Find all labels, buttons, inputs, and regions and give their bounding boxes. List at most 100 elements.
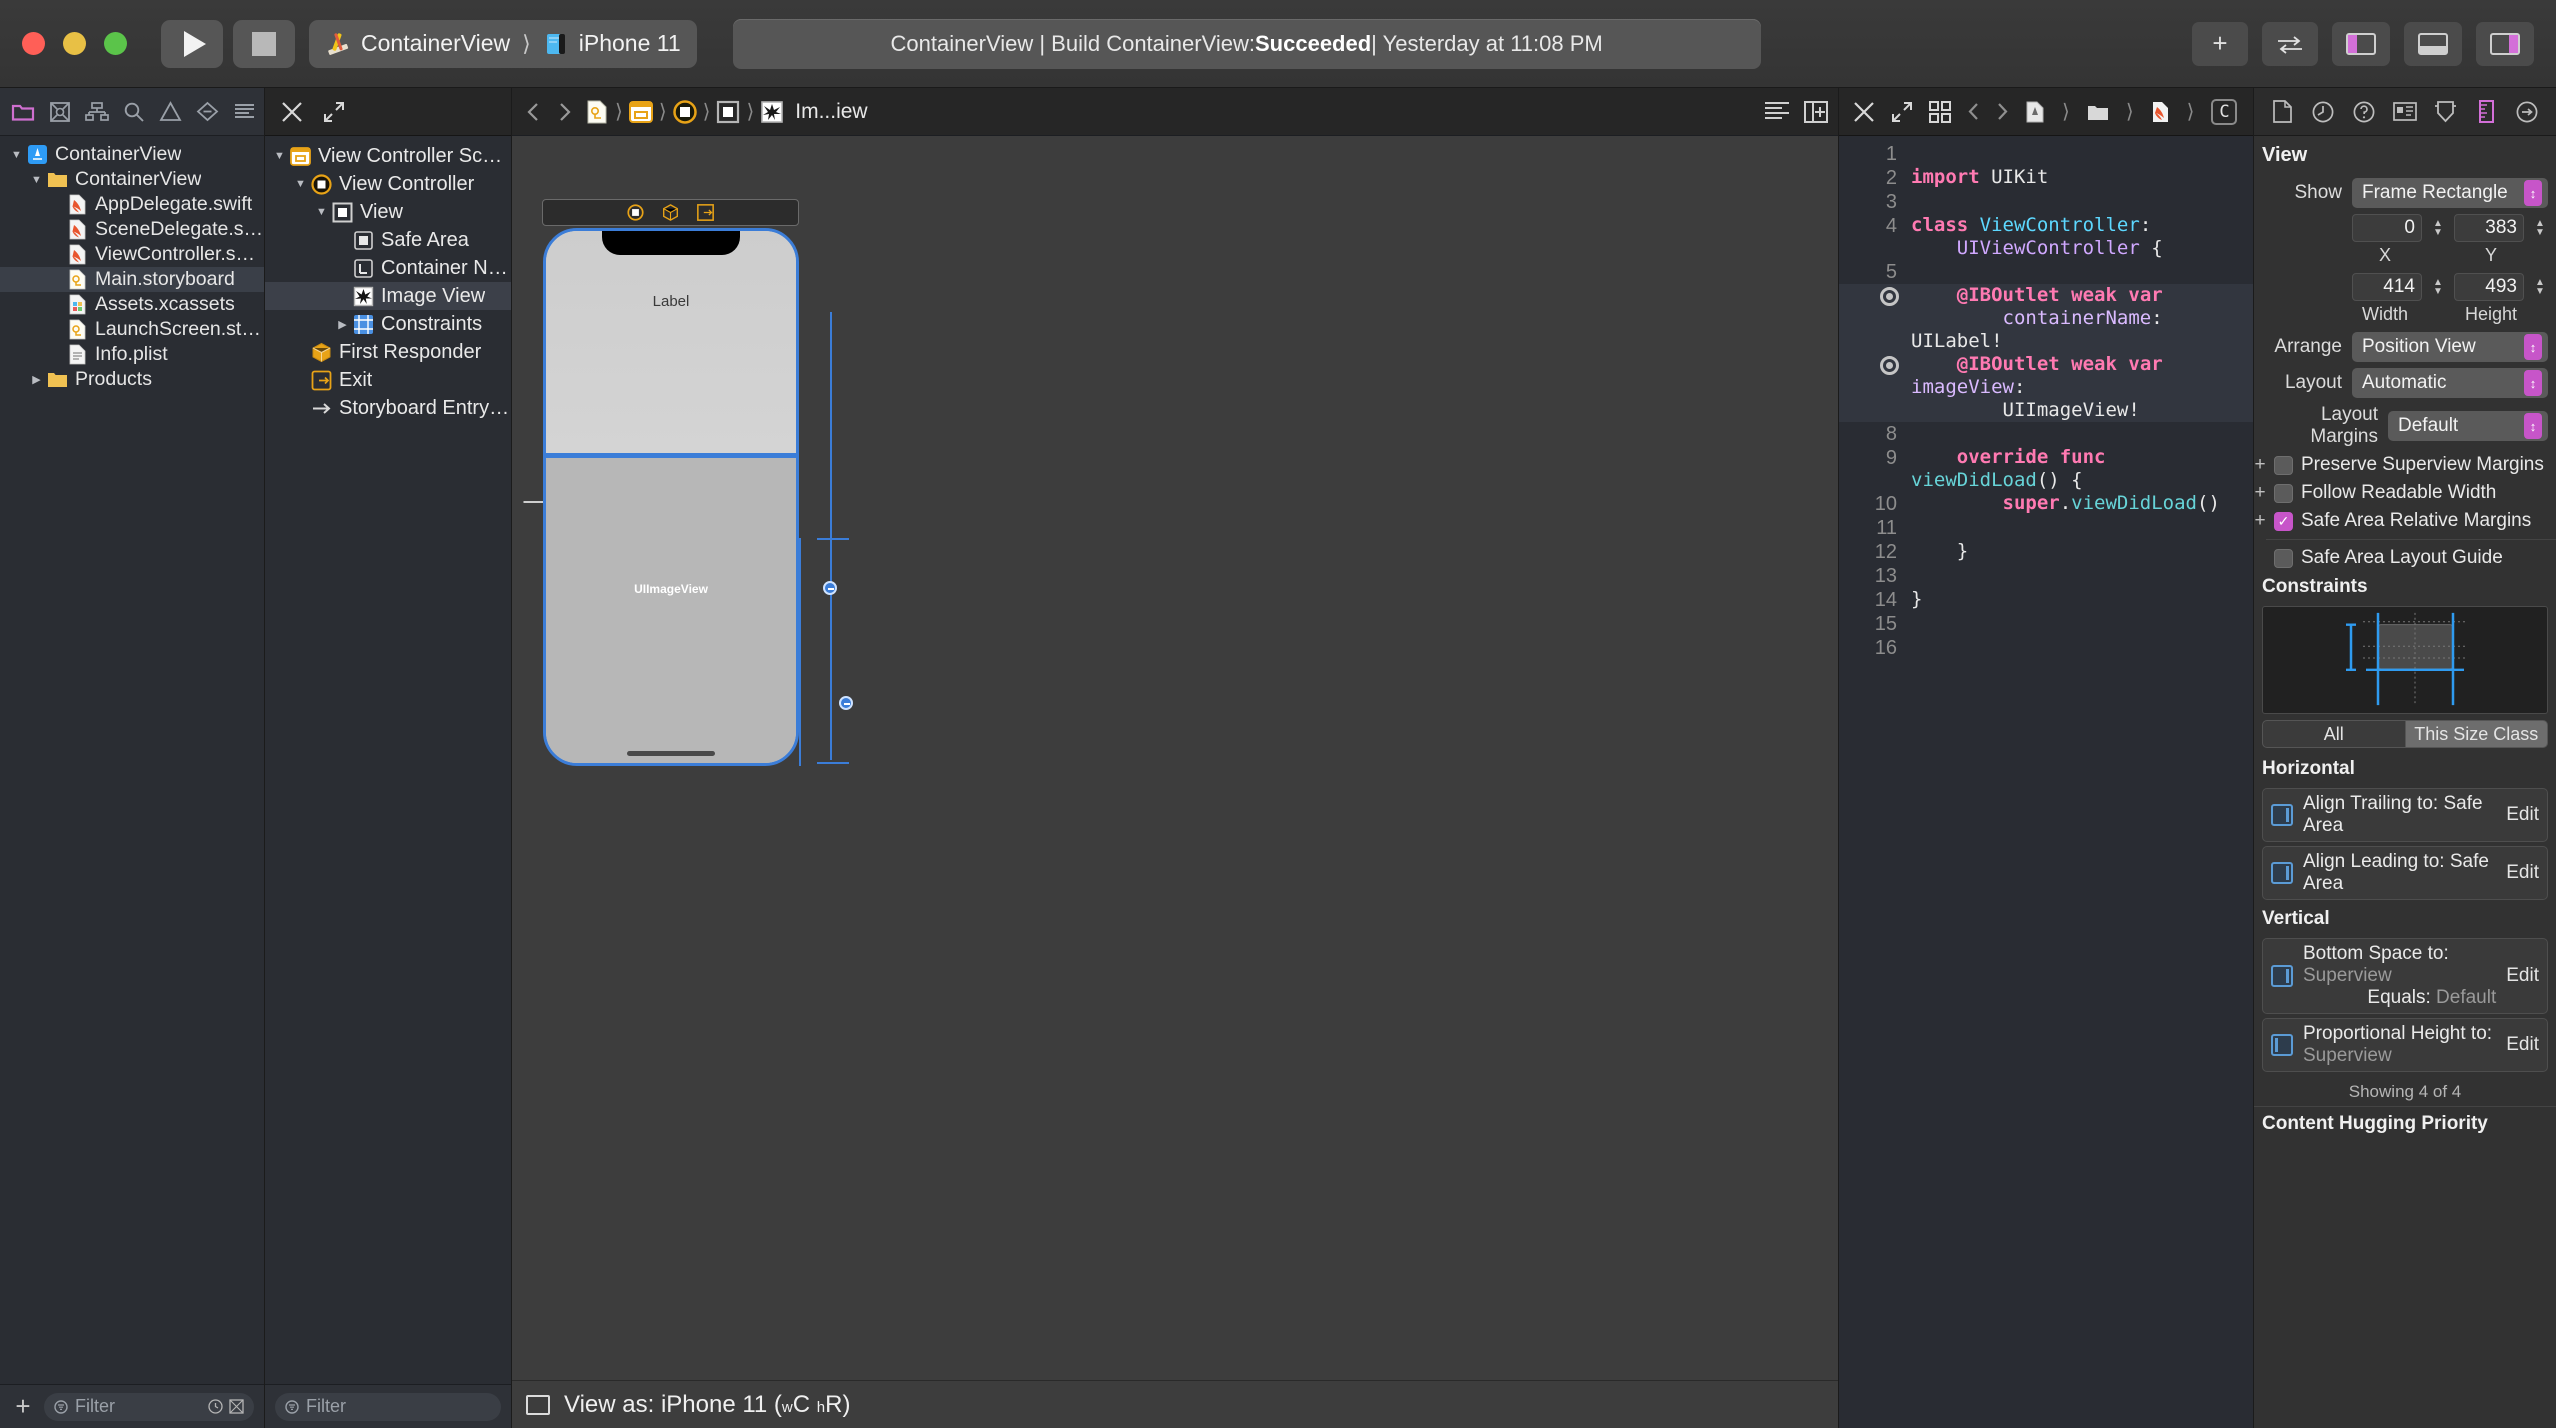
code-line[interactable]: 1 bbox=[1839, 142, 2253, 166]
code-line[interactable]: 5 bbox=[1839, 260, 2253, 284]
constraint-edit-button[interactable]: Edit bbox=[2506, 1034, 2539, 1056]
add-variation-button[interactable]: + bbox=[2254, 510, 2266, 532]
checkbox[interactable] bbox=[2274, 548, 2293, 568]
attributes-inspector-icon[interactable] bbox=[2431, 97, 2461, 127]
toggle-inspector-button[interactable] bbox=[2476, 21, 2534, 66]
height-stepper[interactable]: ▲ ▼ bbox=[2532, 273, 2548, 301]
view-controller-icon[interactable] bbox=[670, 97, 700, 127]
related-items-icon[interactable] bbox=[1929, 100, 1951, 123]
outline-tree[interactable]: ▼ View Controller Scene ▼ View Controller ▼ V… bbox=[265, 136, 511, 1384]
close-icon[interactable] bbox=[1853, 101, 1875, 123]
checkbox[interactable] bbox=[2274, 455, 2293, 475]
exit-dock-icon[interactable] bbox=[697, 204, 714, 221]
outline-filter-field[interactable]: Filter bbox=[275, 1392, 501, 1421]
file-tree-row[interactable]: ViewController.swift bbox=[0, 242, 264, 267]
file-inspector-icon[interactable] bbox=[2267, 97, 2297, 127]
view-controller-dock-icon[interactable] bbox=[627, 204, 644, 221]
height-field[interactable]: 493 bbox=[2454, 273, 2524, 301]
file-tree-row[interactable]: ▶ Products bbox=[0, 367, 264, 392]
expand-icon[interactable] bbox=[323, 101, 345, 123]
constraint-row[interactable]: Bottom Space to: Superview Equals: Defaul… bbox=[2262, 938, 2548, 1014]
constraint-row[interactable]: Align Trailing to: Safe Area Edit bbox=[2262, 788, 2548, 842]
outline-row[interactable]: ▼ View bbox=[265, 198, 511, 226]
outline-row[interactable]: Image View bbox=[265, 282, 511, 310]
disclosure-triangle-closed[interactable]: ▶ bbox=[334, 318, 351, 331]
iphone-canvas-preview[interactable]: Label UIImageView bbox=[543, 228, 799, 766]
outline-row[interactable]: ▼ View Controller bbox=[265, 170, 511, 198]
navigator-filter-field[interactable]: Filter bbox=[44, 1392, 254, 1421]
checkbox[interactable] bbox=[2274, 483, 2293, 503]
outline-row[interactable]: First Responder bbox=[265, 338, 511, 366]
forward-arrow-icon[interactable] bbox=[1996, 102, 2009, 121]
layout-margins-popup-button[interactable]: Default ↕ bbox=[2388, 411, 2548, 441]
constraint-handle-outer[interactable] bbox=[823, 581, 837, 595]
code-text-area[interactable]: 1 2 import UIKit 3 4 class ViewController: … bbox=[1839, 136, 2253, 1428]
constraint-edit-button[interactable]: Edit bbox=[2506, 804, 2539, 826]
file-tree-row[interactable]: LaunchScreen.storyboard bbox=[0, 317, 264, 342]
view-as-label[interactable]: View as: iPhone 11 (wC hR) bbox=[564, 1391, 850, 1419]
close-icon[interactable] bbox=[281, 101, 303, 123]
debug-navigator-icon[interactable] bbox=[229, 95, 260, 129]
size-inspector-icon[interactable] bbox=[2472, 97, 2502, 127]
code-line[interactable]: 14} bbox=[1839, 588, 2253, 612]
forward-arrow-icon[interactable] bbox=[550, 97, 580, 127]
constraint-edit-button[interactable]: Edit bbox=[2506, 862, 2539, 884]
breakpoint-marker[interactable] bbox=[1839, 284, 1911, 306]
code-line[interactable]: 16 bbox=[1839, 636, 2253, 660]
constraint-row[interactable]: Proportional Height to: Superview Edit bbox=[2262, 1018, 2548, 1072]
disclosure-triangle-open[interactable]: ▼ bbox=[313, 206, 330, 218]
symbol-navigator-icon[interactable] bbox=[81, 95, 112, 129]
outline-row[interactable]: Storyboard Entry Poi... bbox=[265, 394, 511, 422]
code-line[interactable]: 9 override func viewDidLoad() { bbox=[1839, 446, 2253, 492]
stop-button[interactable] bbox=[233, 19, 295, 68]
disclosure-triangle-open[interactable]: ▼ bbox=[8, 149, 25, 161]
back-arrow-icon[interactable] bbox=[1967, 102, 1980, 121]
swift-file-breadcrumb-icon[interactable] bbox=[2151, 101, 2170, 123]
file-tree-row[interactable]: AppDelegate.swift bbox=[0, 192, 264, 217]
arrange-popup-button[interactable]: Position View ↕ bbox=[2352, 332, 2548, 362]
size-class-segmented-control[interactable]: All This Size Class bbox=[2262, 720, 2548, 748]
scene-icon[interactable] bbox=[626, 97, 656, 127]
find-navigator-icon[interactable] bbox=[118, 95, 149, 129]
code-line[interactable]: 8 bbox=[1839, 422, 2253, 446]
add-variation-button[interactable]: + bbox=[2254, 482, 2266, 504]
source-control-filter-icon[interactable] bbox=[229, 1399, 244, 1414]
canvas-surface[interactable]: ⟶ Label UIImageView bbox=[512, 136, 1838, 1380]
breakpoint-icon[interactable] bbox=[1880, 287, 1899, 306]
test-navigator-icon[interactable] bbox=[192, 95, 223, 129]
y-field[interactable]: 383 bbox=[2454, 214, 2524, 242]
device-config-icon[interactable] bbox=[526, 1394, 550, 1415]
code-line[interactable]: @IBOutlet weak var imageView: UIImageVie… bbox=[1839, 353, 2253, 422]
add-variation-button[interactable]: + bbox=[2254, 454, 2266, 476]
code-line[interactable]: 3 bbox=[1839, 190, 2253, 214]
add-assistant-editor-icon[interactable] bbox=[1804, 100, 1828, 123]
view-icon[interactable] bbox=[713, 97, 743, 127]
add-editor-button[interactable]: + bbox=[2192, 21, 2248, 66]
scheme-selector[interactable]: ContainerView ⟩ iPhone 11 bbox=[309, 19, 697, 68]
code-review-button[interactable] bbox=[2262, 21, 2318, 66]
breakpoint-icon[interactable] bbox=[1880, 356, 1899, 375]
image-view-icon[interactable] bbox=[757, 97, 787, 127]
scene-dock[interactable] bbox=[542, 199, 799, 226]
segment-this-size-class[interactable]: This Size Class bbox=[2405, 720, 2548, 748]
code-line[interactable]: 13 bbox=[1839, 564, 2253, 588]
outline-row[interactable]: Container Name bbox=[265, 254, 511, 282]
file-tree-row[interactable]: Info.plist bbox=[0, 342, 264, 367]
project-navigator-icon[interactable] bbox=[7, 95, 38, 129]
outline-row[interactable]: Exit bbox=[265, 366, 511, 394]
folder-breadcrumb-icon[interactable] bbox=[2087, 103, 2109, 121]
file-tree-row[interactable]: Assets.xcassets bbox=[0, 292, 264, 317]
y-stepper[interactable]: ▲ ▼ bbox=[2532, 214, 2548, 242]
history-inspector-icon[interactable] bbox=[2308, 97, 2338, 127]
toggle-navigator-button[interactable] bbox=[2332, 21, 2390, 66]
outline-row[interactable]: ▼ View Controller Scene bbox=[265, 142, 511, 170]
outline-row[interactable]: Safe Area bbox=[265, 226, 511, 254]
expand-icon[interactable] bbox=[1891, 101, 1913, 123]
code-line[interactable]: 4 class ViewController: UIViewController … bbox=[1839, 214, 2253, 260]
code-line[interactable]: 12 } bbox=[1839, 540, 2253, 564]
connections-inspector-icon[interactable] bbox=[2512, 97, 2542, 127]
close-window-button[interactable] bbox=[22, 32, 45, 55]
image-view-area[interactable]: UIImageView bbox=[546, 458, 796, 763]
back-arrow-icon[interactable] bbox=[518, 97, 548, 127]
recent-clock-icon[interactable] bbox=[208, 1399, 223, 1414]
